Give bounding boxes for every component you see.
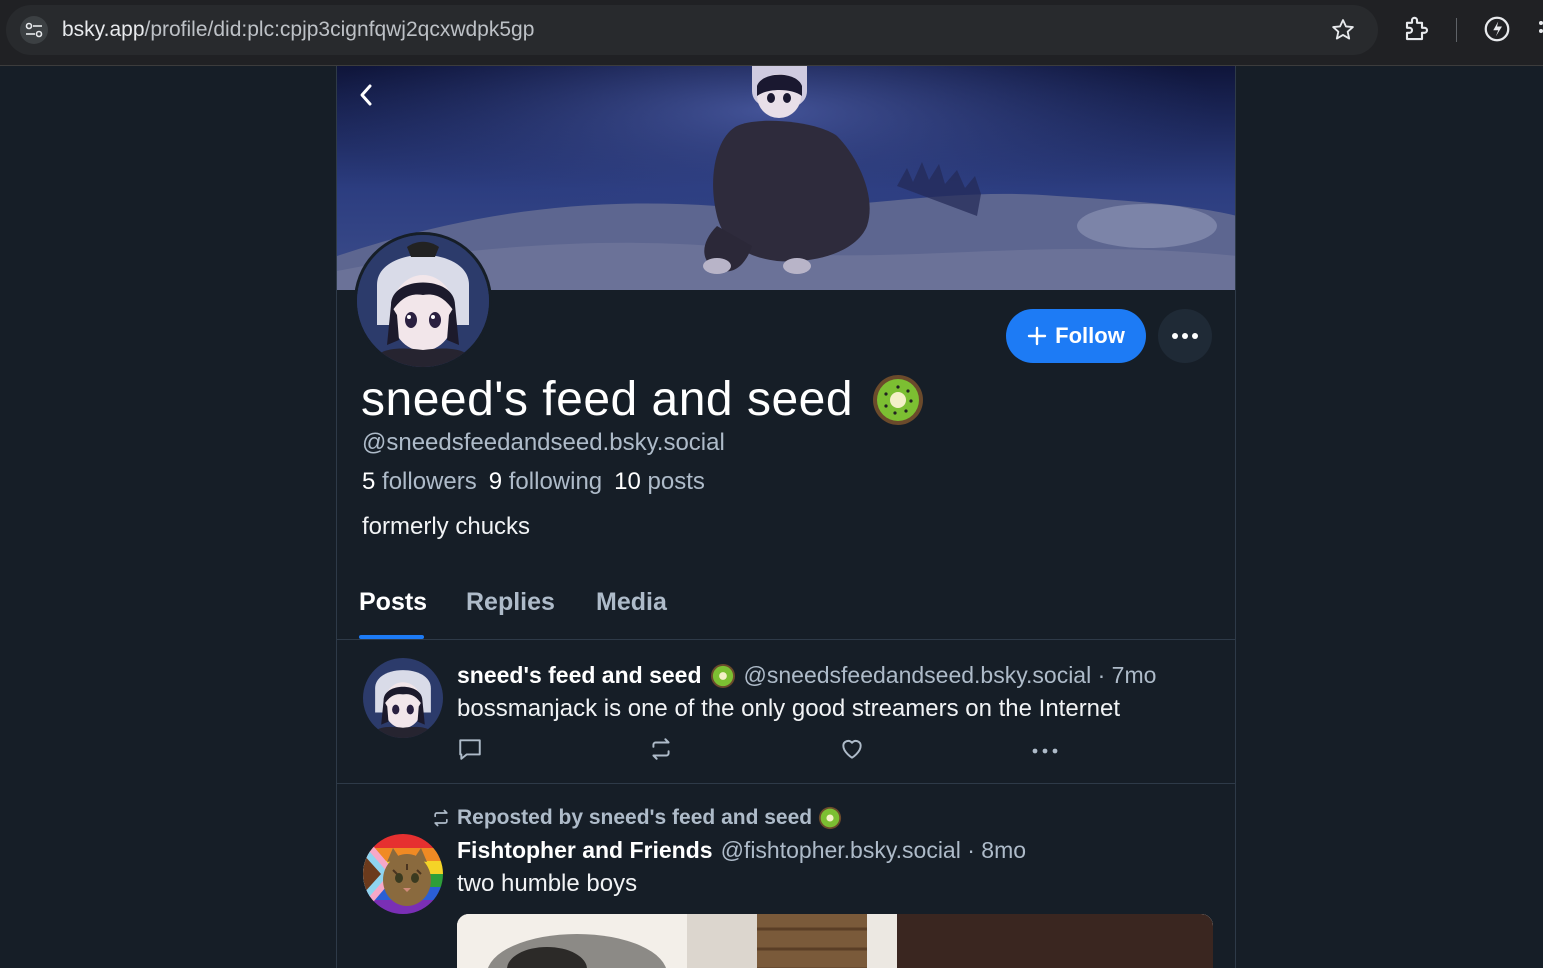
repost-button[interactable] xyxy=(648,736,674,767)
ellipsis-icon xyxy=(1172,333,1198,339)
embedded-photo xyxy=(457,914,1213,968)
post-author-avatar[interactable] xyxy=(363,834,443,914)
tab-media[interactable]: Media xyxy=(596,588,667,617)
followers-stat[interactable]: 5 followers xyxy=(362,468,477,496)
kiwi-emoji-icon xyxy=(818,806,842,830)
followers-label: followers xyxy=(382,468,477,495)
kiwi-emoji-icon xyxy=(710,663,735,688)
post-author-name[interactable]: sneed's feed and seed xyxy=(457,662,702,689)
avatar-image xyxy=(357,235,489,367)
url-path: /profile/did:plc:cpjp3cignfqwj2qcxwdpk5g… xyxy=(144,18,535,41)
follow-button[interactable]: Follow xyxy=(1006,309,1146,363)
tab-replies[interactable]: Replies xyxy=(466,588,555,617)
display-name-text: sneed's feed and seed xyxy=(361,373,854,426)
avatar-image xyxy=(363,834,443,914)
site-info-button[interactable] xyxy=(20,16,48,44)
performance-button[interactable] xyxy=(1482,14,1512,49)
back-chevron-icon xyxy=(360,84,372,106)
toolbar-separator xyxy=(1456,18,1457,42)
post-text: two humble boys xyxy=(457,870,638,897)
kiwi-emoji-icon xyxy=(873,374,924,425)
posts-count: 10 xyxy=(614,468,641,495)
star-icon xyxy=(1332,19,1354,40)
tune-icon xyxy=(25,22,43,38)
profile-handle: @sneedsfeedandseed.bsky.social xyxy=(362,429,725,456)
like-icon xyxy=(842,739,862,759)
extension-icon xyxy=(1405,16,1429,41)
profile-more-button[interactable] xyxy=(1158,309,1212,363)
repost-icon xyxy=(652,738,670,760)
followers-count: 5 xyxy=(362,468,376,495)
post-actions xyxy=(457,736,1077,766)
posts-label: posts xyxy=(647,468,705,495)
repost-indicator[interactable]: Reposted by sneed's feed and seed xyxy=(431,806,842,830)
browser-menu-button[interactable] xyxy=(1535,16,1543,46)
post-header: sneed's feed and seed @sneedsfeedandseed… xyxy=(457,662,1156,689)
extensions-button[interactable] xyxy=(1402,14,1432,49)
post-more-button[interactable] xyxy=(1031,742,1059,760)
back-button[interactable] xyxy=(351,80,381,110)
profile-display-name: sneed's feed and seed xyxy=(361,372,925,427)
profile-avatar[interactable] xyxy=(354,232,492,370)
follow-label: Follow xyxy=(1055,323,1125,348)
bookmark-button[interactable] xyxy=(1330,17,1356,48)
posts-stat: 10 posts xyxy=(614,468,705,496)
following-stat[interactable]: 9 following xyxy=(489,468,602,496)
feed-post[interactable]: Reposted by sneed's feed and seed Fishto… xyxy=(337,784,1235,968)
following-count: 9 xyxy=(488,468,503,495)
active-tab-indicator xyxy=(359,635,424,639)
address-bar[interactable]: bsky.app/profile/did:plc:cpjp3cignfqwj2q… xyxy=(6,5,1378,55)
repost-icon xyxy=(434,809,448,827)
post-header: Fishtopher and Friends @fishtopher.bsky.… xyxy=(457,837,1026,864)
repost-label: Reposted by sneed's feed and seed xyxy=(457,806,813,829)
following-label: following xyxy=(508,468,603,495)
reply-button[interactable] xyxy=(457,736,483,767)
profile-bio: formerly chucks xyxy=(362,513,531,540)
avatar-image xyxy=(363,658,443,738)
plus-icon xyxy=(1027,326,1047,346)
like-button[interactable] xyxy=(839,736,865,767)
post-meta[interactable]: @sneedsfeedandseed.bsky.social · 7mo xyxy=(744,662,1157,689)
post-author-name[interactable]: Fishtopher and Friends xyxy=(457,837,713,864)
profile-stats: 5 followers 9 following 10 posts xyxy=(362,468,705,496)
performance-icon xyxy=(1484,16,1510,42)
browser-toolbar: bsky.app/profile/did:plc:cpjp3cignfqwj2q… xyxy=(0,0,1543,66)
tab-posts[interactable]: Posts xyxy=(359,588,427,617)
profile-column: Follow sneed's feed and seed @sneedsfeed… xyxy=(336,66,1236,968)
url-host: bsky.app xyxy=(62,18,145,41)
vertical-dots-icon xyxy=(1539,21,1543,33)
post-text: bossmanjack is one of the only good stre… xyxy=(457,695,1121,722)
post-meta[interactable]: @fishtopher.bsky.social · 8mo xyxy=(721,837,1026,864)
profile-tabs: Posts Replies Media xyxy=(337,576,1235,640)
ellipsis-icon xyxy=(1032,748,1058,754)
post-author-avatar[interactable] xyxy=(363,658,443,738)
reply-icon xyxy=(459,739,481,760)
url-text[interactable]: bsky.app/profile/did:plc:cpjp3cignfqwj2q… xyxy=(62,18,534,42)
feed-post[interactable]: sneed's feed and seed @sneedsfeedandseed… xyxy=(337,640,1235,784)
post-image-embed[interactable] xyxy=(457,914,1213,968)
